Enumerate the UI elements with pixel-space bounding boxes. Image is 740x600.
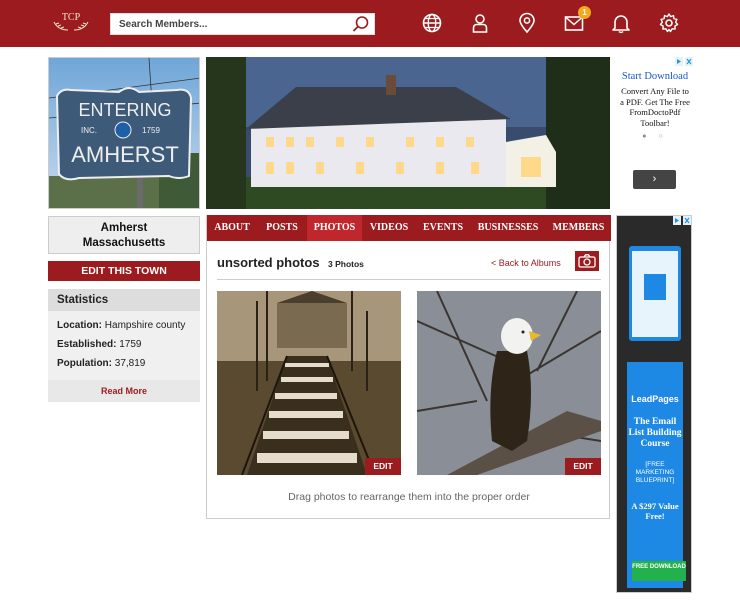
top-navigation-bar: TCP 1 <box>0 0 740 47</box>
ad-text: Convert Any File to a PDF. Get The Free … <box>620 86 690 128</box>
ad-choices-icon[interactable] <box>673 216 691 225</box>
edit-photo-button[interactable]: EDIT <box>365 458 401 475</box>
messages-button[interactable]: 1 <box>563 6 591 34</box>
tab-businesses[interactable]: BUSINESSES <box>470 215 546 241</box>
notification-badge: 1 <box>578 6 591 19</box>
album-title: unsorted photos <box>217 255 320 270</box>
statistics-heading: Statistics <box>48 289 200 311</box>
tab-photos[interactable]: PHOTOS <box>307 215 362 241</box>
rearrange-hint: Drag photos to rearrange them into the p… <box>288 491 530 503</box>
ad-choices-icon[interactable] <box>675 57 693 66</box>
camera-upload-icon[interactable] <box>575 251 599 271</box>
town-tabs: ABOUT POSTS PHOTOS VIDEOS EVENTS BUSINES… <box>207 215 611 241</box>
sign-entering-text: ENTERING <box>78 100 171 120</box>
laurel-wreath-icon <box>53 21 89 31</box>
leadpages-ad[interactable]: LeadPages The Email List Building Course… <box>616 215 692 593</box>
globe-icon[interactable] <box>421 12 443 34</box>
text-ad[interactable]: Start Download Convert Any File to a PDF… <box>617 57 693 197</box>
ad-headline: The Email List Building Course <box>628 417 682 449</box>
bell-icon[interactable] <box>610 12 632 34</box>
back-to-albums-link[interactable]: < Back to Albums <box>491 258 561 268</box>
ad-subtext: [FREE MARKETING BLUEPRINT] <box>635 461 675 484</box>
read-more-link[interactable]: Read More <box>48 380 200 402</box>
town-profile-image: ENTERING INC. 1759 AMHERST <box>48 57 200 209</box>
user-profile-icon[interactable] <box>469 12 491 34</box>
edit-photo-button[interactable]: EDIT <box>565 458 601 475</box>
tab-about[interactable]: ABOUT <box>207 215 257 241</box>
sign-town-text: AMHERST <box>71 142 179 167</box>
ad-brand: LeadPages <box>631 394 679 404</box>
search-icon[interactable] <box>352 15 370 33</box>
search-input[interactable] <box>111 14 346 34</box>
town-banner-image <box>206 57 610 209</box>
ad-next-button[interactable]: › <box>633 170 676 189</box>
member-search <box>110 13 375 35</box>
photo-count: 3 Photos <box>328 259 364 269</box>
site-logo[interactable]: TCP <box>50 12 92 32</box>
town-title: Amherst Massachusetts <box>48 216 200 254</box>
album-divider <box>217 279 601 280</box>
sign-inc-text: INC. <box>81 126 97 135</box>
ad-title[interactable]: Start Download <box>617 71 693 83</box>
sign-year-text: 1759 <box>142 126 160 135</box>
town-content-panel: ABOUT POSTS PHOTOS VIDEOS EVENTS BUSINES… <box>206 215 611 519</box>
tab-posts[interactable]: POSTS <box>257 215 307 241</box>
tab-events[interactable]: EVENTS <box>416 215 470 241</box>
stat-established: Established: 1759 <box>57 339 142 350</box>
photo-stairs[interactable]: EDIT <box>217 291 401 475</box>
town-name: Amherst <box>100 222 148 234</box>
ad-content: LeadPages The Email List Building Course… <box>627 362 686 588</box>
location-pin-icon[interactable] <box>516 12 538 34</box>
town-state: Massachusetts <box>82 237 166 249</box>
photo-eagle[interactable]: EDIT <box>417 291 601 475</box>
state-seal-icon <box>114 121 132 139</box>
phone-mockup-icon <box>629 246 681 341</box>
stat-population: Population: 37,819 <box>57 358 146 369</box>
stat-location: Location: Hampshire county <box>57 320 186 331</box>
tab-members[interactable]: MEMBERS <box>546 215 611 241</box>
gear-icon[interactable] <box>658 12 680 34</box>
tab-videos[interactable]: VIDEOS <box>362 215 416 241</box>
ad-price: A $297 Value Free! <box>631 501 679 521</box>
statistics-list: Location: Hampshire county Established: … <box>48 311 200 380</box>
edit-town-button[interactable]: EDIT THIS TOWN <box>48 261 200 281</box>
ad-carousel-dots: ● ○ <box>642 133 668 140</box>
free-download-button[interactable]: FREE DOWNLOAD <box>632 561 686 581</box>
